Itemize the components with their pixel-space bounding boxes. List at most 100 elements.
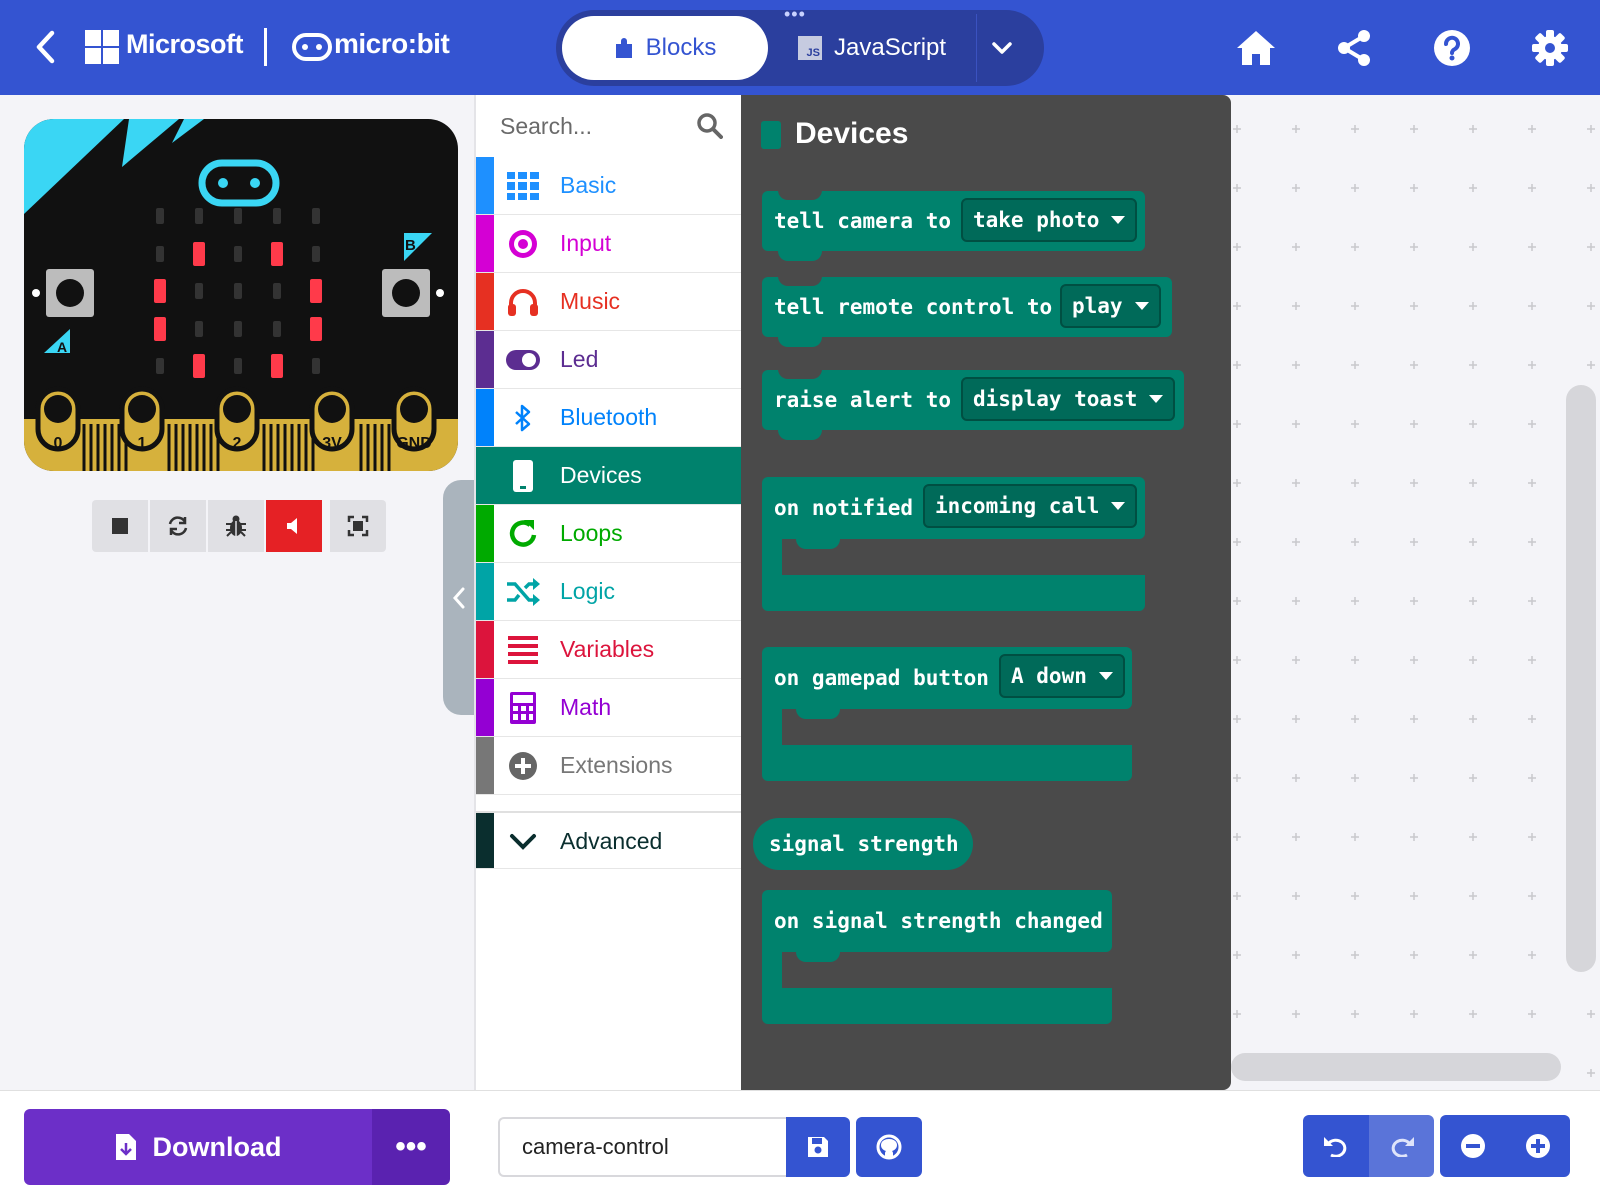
toolbox-category-extensions[interactable]: Extensions	[476, 737, 741, 795]
simulator-controls	[92, 500, 386, 552]
tab-blocks-label: Blocks	[645, 34, 717, 61]
led-off	[312, 358, 320, 374]
dropdown-notification-type[interactable]: incoming call	[923, 484, 1138, 528]
stop-button[interactable]	[92, 500, 148, 552]
share-icon	[1338, 30, 1370, 66]
led-on	[193, 242, 205, 266]
home-button[interactable]	[1232, 24, 1280, 72]
brand-divider	[264, 28, 267, 66]
help-button[interactable]	[1428, 24, 1476, 72]
project-name-value: camera-control	[522, 1134, 669, 1159]
led-off	[273, 208, 281, 224]
collapse-simulator-button[interactable]	[443, 480, 474, 715]
download-button[interactable]: Download	[24, 1109, 372, 1185]
undo-button[interactable]	[1303, 1115, 1369, 1177]
bottom-bar: Download ••• camera-control	[0, 1090, 1600, 1200]
led-on	[310, 317, 322, 341]
toolbox-category-basic[interactable]: Basic	[476, 157, 741, 215]
category-label: Variables	[560, 636, 655, 662]
fullscreen-icon	[347, 515, 369, 537]
tab-javascript[interactable]: JS JavaScript	[798, 16, 966, 80]
fullscreen-button[interactable]	[330, 500, 386, 552]
block-tab	[778, 249, 822, 261]
save-icon	[808, 1137, 828, 1157]
back-button[interactable]	[28, 24, 62, 70]
tab-blocks[interactable]: Blocks	[562, 16, 768, 80]
dropdown-remote-action[interactable]: play	[1060, 284, 1161, 328]
restart-button[interactable]	[150, 500, 206, 552]
dropdown-value: display toast	[973, 387, 1138, 411]
minus-circle-icon	[1461, 1134, 1485, 1158]
gear-icon	[1532, 30, 1568, 66]
github-button[interactable]	[856, 1117, 922, 1177]
toolbox-category-led[interactable]: Led	[476, 331, 741, 389]
blocks-workspace[interactable]	[1231, 95, 1600, 1090]
led-off	[234, 321, 242, 337]
led-off	[312, 208, 320, 224]
category-color-bar	[476, 157, 494, 214]
led-off	[234, 358, 242, 374]
category-label: Music	[560, 288, 621, 314]
toolbox-category-logic[interactable]: Logic	[476, 563, 741, 621]
dropdown-gamepad-button[interactable]: A down	[999, 654, 1125, 698]
block-signal-strength[interactable]: signal strength	[753, 818, 973, 870]
microbit-brand[interactable]: micro:bit	[334, 28, 450, 60]
download-more-button[interactable]: •••	[372, 1109, 450, 1185]
toolbox-category-variables[interactable]: Variables	[476, 621, 741, 679]
block-raise-alert[interactable]: raise alert to display toast	[762, 369, 1184, 440]
plus-circle-icon	[1526, 1134, 1550, 1158]
toolbox-category-input[interactable]: Input	[476, 215, 741, 273]
category-color-bar	[476, 389, 494, 446]
led-off	[273, 283, 281, 299]
led-off	[195, 321, 203, 337]
horizontal-scrollbar[interactable]	[1231, 1053, 1561, 1081]
block-on-signal-strength-changed[interactable]: on signal strength changed	[762, 890, 1112, 952]
block-on-notified[interactable]: on notified incoming call	[762, 477, 1145, 539]
category-color-bar	[476, 215, 494, 272]
toolbox-category-math[interactable]: Math	[476, 679, 741, 737]
dropdown-arrow-icon	[1098, 672, 1113, 680]
led-on	[193, 354, 205, 378]
js-icon: JS	[798, 36, 822, 60]
button-a-label: A	[57, 339, 67, 355]
share-button[interactable]	[1330, 24, 1378, 72]
slot-notch	[796, 539, 840, 549]
save-button[interactable]	[786, 1117, 850, 1177]
block-tell-camera[interactable]: tell camera to take photo	[762, 190, 1145, 261]
vertical-scrollbar[interactable]	[1566, 385, 1596, 972]
block-text: tell camera to	[774, 209, 952, 233]
category-color-bar	[476, 813, 494, 868]
search-input[interactable]: Search...	[500, 113, 697, 140]
mute-button[interactable]	[266, 500, 322, 552]
category-color-bar	[476, 331, 494, 388]
dropdown-camera-action[interactable]: take photo	[961, 198, 1138, 242]
zoom-in-button[interactable]	[1506, 1115, 1570, 1177]
debug-button[interactable]	[208, 500, 264, 552]
block-tell-remote[interactable]: tell remote control to play	[762, 276, 1172, 347]
category-label: Devices	[560, 462, 642, 488]
microbit-board[interactable]: A B 0 1 2 3V GND	[24, 119, 458, 471]
led-off	[156, 208, 164, 224]
redo-button[interactable]	[1369, 1115, 1434, 1177]
settings-button[interactable]	[1526, 24, 1574, 72]
toolbox-category-bluetooth[interactable]: Bluetooth	[476, 389, 741, 447]
editor-menu-button[interactable]	[986, 28, 1018, 68]
zoom-out-button[interactable]	[1440, 1115, 1506, 1177]
dropdown-arrow-icon	[1149, 395, 1164, 403]
dropdown-alert-action[interactable]: display toast	[961, 377, 1176, 421]
dropdown-arrow-icon	[1134, 302, 1149, 310]
project-name-input[interactable]: camera-control	[498, 1117, 786, 1177]
category-label: Logic	[560, 578, 615, 604]
undo-icon	[1324, 1137, 1347, 1157]
led-off	[234, 208, 242, 224]
toolbox-category-advanced[interactable]: Advanced	[476, 811, 741, 869]
microsoft-brand[interactable]: Microsoft	[126, 29, 244, 60]
led-on	[154, 317, 166, 341]
block-on-gamepad-button[interactable]: on gamepad button A down	[762, 647, 1132, 709]
toolbox-category-music[interactable]: Music	[476, 273, 741, 331]
toolbox-search[interactable]: Search...	[476, 95, 741, 157]
toolbox-category-loops[interactable]: Loops	[476, 505, 741, 563]
category-label: Input	[560, 230, 612, 256]
toolbox-category-devices[interactable]: Devices	[476, 447, 741, 505]
search-icon[interactable]	[697, 113, 723, 139]
